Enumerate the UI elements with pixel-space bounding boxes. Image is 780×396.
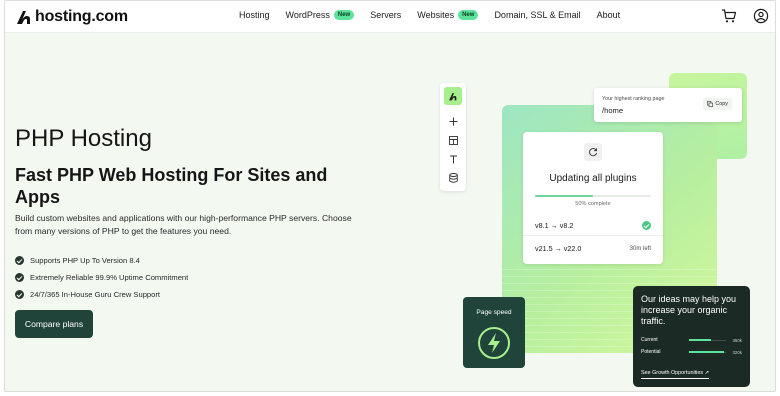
refresh-icon — [584, 143, 602, 161]
toolbar-add-button[interactable] — [445, 113, 461, 129]
growth-ideas-card: Our ideas may help you increase your org… — [633, 286, 750, 387]
hero-description: Build custom websites and applications w… — [15, 213, 352, 236]
toolbar-database-button[interactable] — [445, 170, 461, 186]
feature-text: Supports PHP Up To Version 8.4 — [30, 256, 140, 265]
nav-actions — [721, 8, 769, 24]
editor-toolbar — [440, 83, 466, 191]
database-icon — [448, 173, 458, 183]
divider — [523, 235, 663, 236]
nav-item-about[interactable]: About — [597, 10, 621, 20]
hero-subtitle: Fast PHP Web Hosting For Sites and Apps — [15, 165, 328, 207]
progress-fill — [535, 195, 593, 197]
ranking-path: /home — [602, 106, 624, 115]
page-frame: hosting.com Hosting WordPress New Server… — [4, 0, 776, 392]
lightning-icon — [478, 327, 510, 359]
nav-item-servers[interactable]: Servers — [370, 10, 401, 20]
check-circle-icon — [15, 256, 24, 265]
nav-item-label: Domain, SSL & Email — [494, 10, 581, 20]
ranking-label: Your highest ranking page — [602, 96, 665, 102]
nav-item-domain-ssl-email[interactable]: Domain, SSL & Email — [494, 10, 580, 20]
traffic-bar-fill — [689, 339, 712, 341]
feature-list: Supports PHP Up To Version 8.4 Extremely… — [15, 252, 188, 303]
nav-item-wordpress[interactable]: WordPress New — [286, 10, 355, 20]
plugin-update-card: Updating all plugins 50% complete v8.1 →… — [523, 132, 663, 264]
nav-item-label: About — [596, 10, 621, 20]
logo-icon — [449, 92, 457, 100]
time-left: 30m left — [629, 245, 651, 252]
version-row: v8.1 → v8.2 — [535, 221, 651, 230]
nav-item-label: Websites — [417, 10, 455, 20]
text-icon — [449, 155, 457, 163]
compare-plans-button[interactable]: Compare plans — [15, 310, 93, 338]
traffic-row-current: Current 350k — [641, 337, 742, 343]
row-value: 350k — [732, 337, 742, 343]
feature-text: Extremely Reliable 99.9% Uptime Commitme… — [30, 273, 189, 282]
update-title: Updating all plugins — [549, 173, 637, 184]
copy-icon — [707, 101, 714, 107]
nav-item-hosting[interactable]: Hosting — [239, 10, 270, 20]
page-speed-card: Page speed — [463, 297, 525, 368]
update-progress-bar — [535, 195, 651, 197]
feature-item: Supports PHP Up To Version 8.4 — [15, 252, 188, 269]
traffic-bar — [689, 339, 726, 341]
top-nav: hosting.com Hosting WordPress New Server… — [5, 1, 775, 33]
cart-icon[interactable] — [721, 8, 737, 24]
row-label: Current — [641, 337, 658, 343]
growth-opportunities-link[interactable]: See Growth Opportunities ↗ — [641, 370, 710, 379]
ideas-title: Our ideas may help you increase your org… — [641, 294, 737, 326]
traffic-bar — [689, 351, 726, 353]
main-menu: Hosting WordPress New Servers Websites N… — [239, 10, 636, 20]
version-change: v8.1 → v8.2 — [535, 221, 574, 230]
nav-item-label: Servers — [370, 10, 402, 20]
page-title: PHP Hosting — [15, 125, 152, 152]
brand-logo[interactable]: hosting.com — [15, 7, 128, 27]
row-label: Potential — [641, 349, 661, 355]
nav-item-label: WordPress — [285, 10, 330, 20]
plus-icon — [449, 117, 457, 125]
check-circle-icon — [15, 290, 24, 299]
logo-icon — [17, 11, 30, 24]
copy-label: Copy — [715, 101, 728, 107]
version-row: v21.5 → v22.0 30m left — [535, 244, 651, 253]
brand-name: hosting.com — [35, 8, 128, 25]
feature-item: Extremely Reliable 99.9% Uptime Commitme… — [15, 269, 188, 286]
progress-label: 50% complete — [575, 201, 611, 207]
toolbar-text-button[interactable] — [445, 151, 461, 167]
account-icon[interactable] — [753, 8, 769, 24]
new-badge: New — [458, 10, 479, 20]
feature-item: 24/7/365 In-House Guru Crew Support — [15, 286, 188, 303]
version-change: v21.5 → v22.0 — [535, 244, 582, 253]
check-circle-icon — [15, 273, 24, 282]
toolbar-logo-button[interactable] — [444, 87, 462, 105]
nav-item-websites[interactable]: Websites New — [417, 10, 479, 20]
traffic-bar-fill — [689, 351, 725, 353]
page-speed-label: Page speed — [476, 309, 512, 316]
ranking-page-card: Your highest ranking page /home Copy — [594, 88, 742, 122]
layout-icon — [448, 135, 458, 145]
row-value: 320k — [732, 349, 742, 355]
new-badge: New — [333, 10, 355, 20]
nav-item-label: Hosting — [239, 10, 270, 20]
done-check-icon — [642, 221, 651, 230]
feature-text: 24/7/365 In-House Guru Crew Support — [30, 290, 161, 299]
toolbar-layout-button[interactable] — [445, 132, 461, 148]
traffic-row-potential: Potential 320k — [641, 349, 742, 355]
copy-button[interactable]: Copy — [703, 98, 732, 110]
